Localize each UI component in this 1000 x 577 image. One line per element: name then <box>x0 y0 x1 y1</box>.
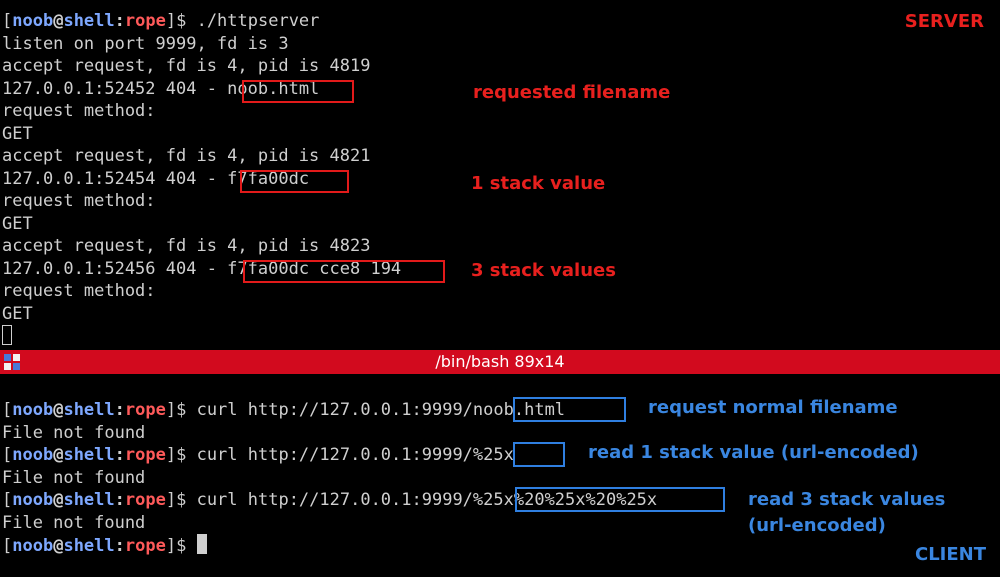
server-output-line: request method: <box>2 101 156 121</box>
annotation-read-three-stack-values: read 3 stack values <box>748 489 946 510</box>
server-output-line: listen on port 9999, fd is 3 <box>2 34 289 54</box>
highlight-box-three-values-request <box>515 487 725 512</box>
highlight-box-three-values <box>243 260 445 283</box>
curl-command: curl http://127.0.0.1:9999/ <box>186 490 473 510</box>
server-output-line: accept request, fd is 4, pid is 4823 <box>2 236 371 256</box>
annotation-url-encoded: (url-encoded) <box>748 515 886 536</box>
annotation-requested-filename: requested filename <box>473 82 671 103</box>
server-command: ./httpserver <box>186 11 320 31</box>
server-output-line: accept request, fd is 4, pid is 4821 <box>2 146 371 166</box>
server-output-line: accept request, fd is 4, pid is 4819 <box>2 56 371 76</box>
curl-command: curl http://127.0.0.1:9999/ <box>186 445 473 465</box>
server-output-line: GET <box>2 214 33 234</box>
server-output-line: GET <box>2 304 33 324</box>
highlight-box-one-value <box>240 170 349 193</box>
curl-command: curl http://127.0.0.1:9999/ <box>186 400 473 420</box>
server-output-line: GET <box>2 124 33 144</box>
tmux-pane-divider: /bin/bash 89x14 <box>0 350 1000 374</box>
client-prompt-line: [noob@shell:rope]$ curl http://127.0.0.1… <box>2 445 514 465</box>
highlight-box-filename <box>242 80 354 103</box>
annotation-request-normal-filename: request normal filename <box>648 397 898 418</box>
client-output-line: File not found <box>2 468 146 488</box>
server-terminal-pane[interactable]: [noob@shell:rope]$ ./httpserver listen o… <box>0 0 1000 350</box>
highlight-box-normal-request <box>513 397 626 422</box>
annotation-read-one-stack-value: read 1 stack value (url-encoded) <box>588 442 919 463</box>
server-output-line: request method: <box>2 281 156 301</box>
terminal-cursor <box>196 534 207 554</box>
client-prompt-line: [noob@shell:rope]$ <box>2 534 207 556</box>
client-terminal-pane[interactable]: [noob@shell:rope]$ curl http://127.0.0.1… <box>0 374 1000 577</box>
highlight-box-one-value-request <box>513 442 565 467</box>
request-path: %25x <box>472 445 514 465</box>
terminal-cursor <box>2 325 12 345</box>
server-cursor-line <box>2 325 12 347</box>
client-output-line: File not found <box>2 423 146 443</box>
client-prompt-line: [noob@shell:rope]$ curl http://127.0.0.1… <box>2 400 566 420</box>
annotation-three-stack-values: 3 stack values <box>471 260 616 281</box>
server-prompt-line: [noob@shell:rope]$ ./httpserver <box>2 11 320 31</box>
terminal-app-icon <box>4 354 20 370</box>
server-output-line: request method: <box>2 191 156 211</box>
pane-title: /bin/bash 89x14 <box>435 352 565 371</box>
server-label: SERVER <box>904 11 984 32</box>
annotation-one-stack-value: 1 stack value <box>471 173 606 194</box>
client-output-line: File not found <box>2 513 146 533</box>
client-label: CLIENT <box>914 544 986 565</box>
